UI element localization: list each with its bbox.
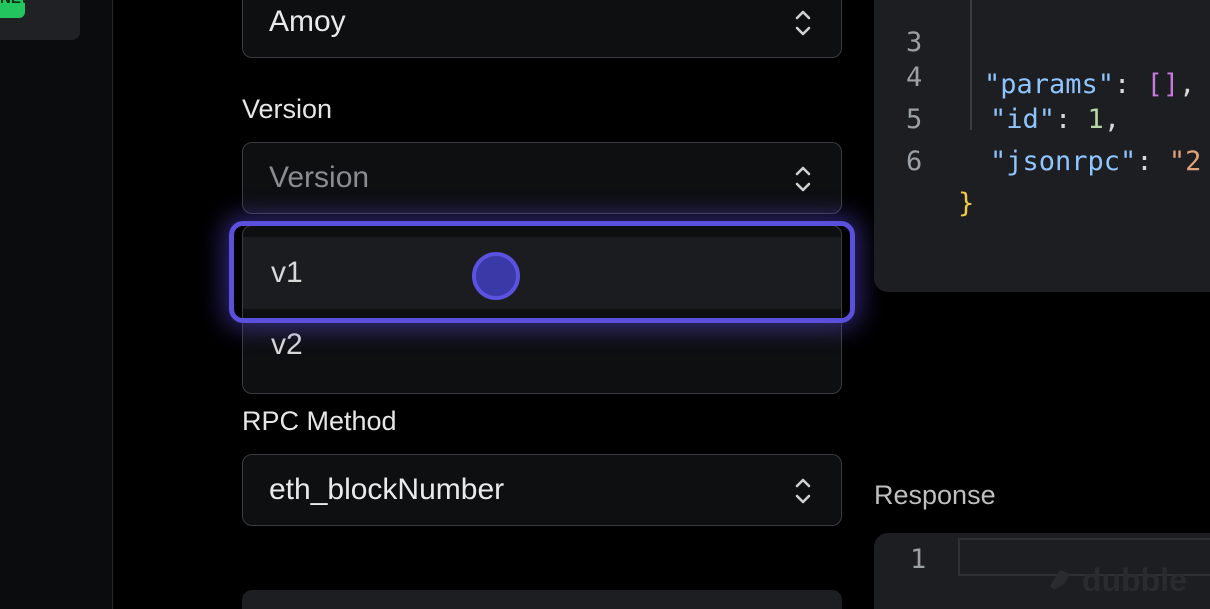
chevron-up-down-icon	[795, 10, 811, 36]
network-select[interactable]: Amoy	[242, 0, 842, 58]
new-badge: NEW	[0, 0, 25, 18]
cursor-indicator	[472, 252, 520, 300]
request-code-editor[interactable]: 3 "params": [], 4 "id": 1, 5 "jsonrpc": …	[874, 0, 1210, 292]
code-line: 4 "id": 1,	[906, 62, 1121, 135]
option-label: v1	[271, 256, 303, 289]
chevron-up-down-icon	[795, 478, 811, 504]
dubble-logo-icon	[1050, 570, 1070, 590]
line-number: 1	[910, 544, 927, 575]
code-line: 5 "jsonrpc": "2	[906, 104, 1202, 177]
send-request-button[interactable]	[242, 590, 842, 609]
watermark-text: dubble	[1082, 561, 1187, 598]
code-line: 6 }	[906, 146, 975, 219]
sidebar: NEW	[0, 0, 113, 609]
version-option-v1[interactable]: v1	[243, 237, 841, 309]
sidebar-nav-item[interactable]: NEW	[0, 0, 80, 40]
response-label: Response	[874, 480, 996, 510]
chevron-up-down-icon	[795, 166, 811, 192]
version-dropdown: v1 v2	[242, 225, 842, 394]
version-select[interactable]: Version	[242, 142, 842, 214]
dubble-watermark: dubble	[1044, 560, 1187, 600]
option-label: v2	[271, 328, 303, 361]
version-select-placeholder: Version	[269, 161, 370, 194]
rpc-method-value: eth_blockNumber	[269, 473, 505, 506]
version-option-v2[interactable]: v2	[243, 309, 841, 381]
version-label: Version	[242, 94, 333, 124]
network-select-value: Amoy	[269, 5, 346, 38]
rpc-method-select[interactable]: eth_blockNumber	[242, 454, 842, 526]
rpc-method-label: RPC Method	[242, 406, 397, 436]
